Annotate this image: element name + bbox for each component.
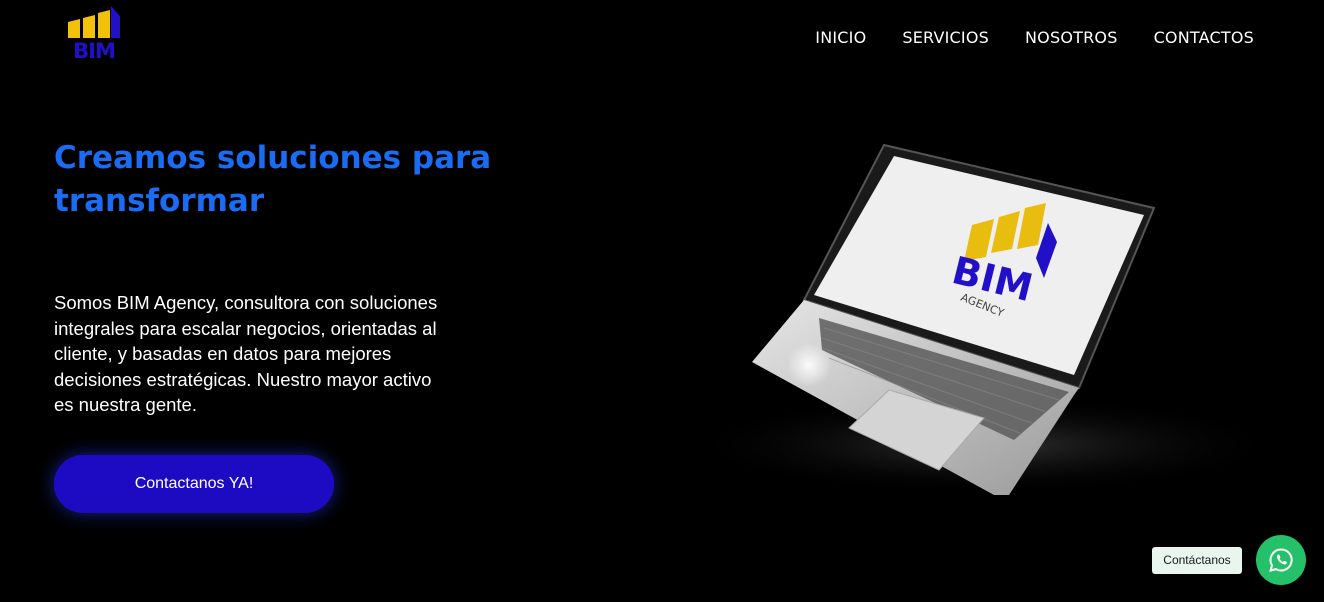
nav-item-inicio[interactable]: INICIO [815, 28, 866, 48]
whatsapp-button[interactable] [1256, 535, 1306, 585]
nav-item-nosotros[interactable]: NOSOTROS [1025, 28, 1118, 48]
main-nav: INICIO SERVICIOS NOSOTROS CONTACTOS [815, 28, 1254, 48]
hero-description: Somos BIM Agency, consultora con solucio… [54, 292, 438, 415]
nav-item-servicios[interactable]: SERVICIOS [902, 28, 989, 48]
logo[interactable]: BIM [66, 4, 122, 62]
whatsapp-icon [1269, 548, 1293, 572]
hero-title: Creamos soluciones para transformar [54, 140, 492, 219]
logo-text: BIM [73, 39, 116, 63]
logo-bars-icon [68, 6, 120, 38]
chat-label[interactable]: Contáctanos [1152, 547, 1242, 574]
contact-cta-button[interactable]: Contactanos YA! [54, 455, 334, 513]
nav-item-contactos[interactable]: CONTACTOS [1154, 28, 1254, 48]
laptop-image: BIM AGENCY [654, 130, 1284, 530]
